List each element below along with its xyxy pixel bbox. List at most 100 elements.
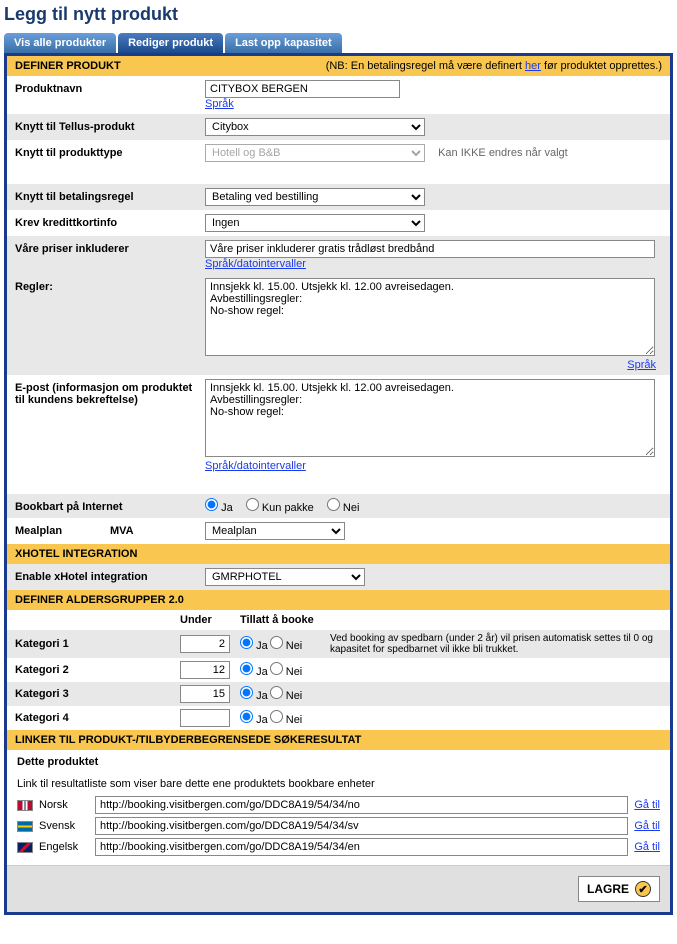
row-mealplan: Mealplan MVA Mealplan (7, 518, 670, 544)
ptype-hint: Kan IKKE endres når valgt (438, 147, 568, 159)
bookable-label: Bookbart på Internet (15, 498, 205, 513)
section-xhotel-header: XHOTEL INTEGRATION (7, 544, 670, 564)
tellus-label: Knytt til Tellus-produkt (15, 118, 205, 133)
row-bookable: Bookbart på Internet Ja Kun pakke Nei (7, 494, 670, 518)
email-label: E-post (informasjon om produktet til kun… (15, 379, 205, 406)
age4-ja[interactable]: Ja (240, 710, 268, 726)
productname-label: Produktnavn (15, 80, 205, 95)
ptype-label: Knytt til produkttype (15, 144, 205, 159)
mealplan-select[interactable]: Mealplan (205, 522, 345, 540)
link-en-go[interactable]: Gå til (634, 841, 660, 853)
link-sv-input[interactable] (95, 817, 628, 835)
age4-nei-text: Nei (286, 714, 303, 726)
age3-ja[interactable]: Ja (240, 686, 268, 702)
bookable-ja-text: Ja (221, 502, 233, 514)
tab-upload-capacity[interactable]: Last opp kapasitet (225, 33, 342, 53)
productname-input[interactable] (205, 80, 400, 98)
age-cat3-label: Kategori 3 (15, 688, 180, 700)
ptype-select: Hotell og B&B (205, 144, 425, 162)
bookable-kun-text: Kun pakke (262, 502, 314, 514)
row-prices: Våre priser inkluderer Språk/datointerva… (7, 236, 670, 274)
mva-label: MVA (110, 525, 205, 537)
age2-nei[interactable]: Nei (270, 662, 303, 678)
langdate-link-2[interactable]: Språk/datointervaller (205, 460, 306, 472)
check-icon: ✔ (635, 881, 651, 897)
section-age-title: DEFINER ALDERSGRUPPER 2.0 (15, 594, 184, 606)
age-cat1-input[interactable] (180, 635, 230, 653)
age4-nei[interactable]: Nei (270, 710, 303, 726)
prices-input[interactable] (205, 240, 655, 258)
link-en-label: Engelsk (39, 841, 89, 853)
section-age-header: DEFINER ALDERSGRUPPER 2.0 (7, 590, 670, 610)
links-sub: Dette produktet (17, 756, 660, 768)
rules-textarea[interactable] (205, 278, 655, 356)
bookable-nei[interactable]: Nei (327, 502, 360, 514)
cc-select[interactable]: Ingen (205, 214, 425, 232)
flag-sv-icon (17, 821, 33, 832)
bookable-nei-text: Nei (343, 502, 360, 514)
payrule-select[interactable]: Betaling ved bestilling (205, 188, 425, 206)
age-note: Ved booking av spedbarn (under 2 år) vil… (330, 633, 670, 655)
age1-nei[interactable]: Nei (270, 636, 303, 652)
age-row-2: Kategori 2 Ja Nei (7, 658, 670, 682)
age2-ja-text: Ja (256, 666, 268, 678)
age1-ja[interactable]: Ja (240, 636, 268, 652)
link-no-input[interactable] (95, 796, 628, 814)
define-note-link[interactable]: her (525, 60, 541, 72)
mealplan-label: Mealplan (15, 525, 110, 537)
tab-bar: Vis alle produkter Rediger produkt Last … (4, 33, 673, 53)
row-xhotel: Enable xHotel integration GMRPHOTEL (7, 564, 670, 590)
age-row-1: Kategori 1 Ja Nei Ved booking av spedbar… (7, 630, 670, 658)
links-desc: Link til resultatliste som viser bare de… (17, 778, 660, 790)
flag-no-icon (17, 800, 33, 811)
link-en-input[interactable] (95, 838, 628, 856)
tab-all-products[interactable]: Vis alle produkter (4, 33, 116, 53)
xhotel-enable-label: Enable xHotel integration (15, 568, 205, 583)
save-button[interactable]: LAGRE ✔ (578, 876, 660, 902)
link-row-en: Engelsk Gå til (17, 838, 660, 856)
lang-link[interactable]: Språk (205, 98, 234, 110)
email-textarea[interactable] (205, 379, 655, 457)
footer: LAGRE ✔ (7, 865, 670, 912)
langdate-link-1[interactable]: Språk/datointervaller (205, 258, 306, 270)
row-payrule: Knytt til betalingsregel Betaling ved be… (7, 184, 670, 210)
link-no-label: Norsk (39, 799, 89, 811)
row-tellus: Knytt til Tellus-produkt Citybox (7, 114, 670, 140)
age-row-3: Kategori 3 Ja Nei (7, 682, 670, 706)
age3-nei-text: Nei (286, 690, 303, 702)
row-email: E-post (informasjon om produktet til kun… (7, 375, 670, 476)
bookable-kun[interactable]: Kun pakke (246, 502, 314, 514)
cc-label: Krev kredittkortinfo (15, 214, 205, 229)
section-define-title: DEFINER PRODUKT (15, 60, 121, 72)
row-rules: Regler: Språk (7, 274, 670, 375)
age4-ja-text: Ja (256, 714, 268, 726)
age-cat1-label: Kategori 1 (15, 638, 180, 650)
prices-label: Våre priser inkluderer (15, 240, 205, 255)
xhotel-select[interactable]: GMRPHOTEL (205, 568, 365, 586)
link-sv-go[interactable]: Gå til (634, 820, 660, 832)
age-cat4-input[interactable] (180, 709, 230, 727)
section-define-header: DEFINER PRODUKT (NB: En betalingsregel m… (7, 56, 670, 76)
age-cat2-input[interactable] (180, 661, 230, 679)
tellus-select[interactable]: Citybox (205, 118, 425, 136)
lang-link-rules[interactable]: Språk (627, 359, 656, 371)
age1-ja-text: Ja (256, 640, 268, 652)
payrule-label: Knytt til betalingsregel (15, 188, 205, 203)
define-note-pre: (NB: En betalingsregel må være definert (326, 60, 525, 72)
tab-edit-product[interactable]: Rediger produkt (118, 33, 223, 53)
link-row-no: Norsk Gå til (17, 796, 660, 814)
age-col-headers: Under Tillatt å booke (7, 610, 670, 630)
page-title: Legg til nytt produkt (4, 4, 673, 25)
flag-en-icon (17, 842, 33, 853)
link-no-go[interactable]: Gå til (634, 799, 660, 811)
section-links-title: LINKER TIL PRODUKT-/TILBYDERBEGRENSEDE S… (15, 734, 361, 746)
age1-nei-text: Nei (286, 640, 303, 652)
age2-ja[interactable]: Ja (240, 662, 268, 678)
age-cat3-input[interactable] (180, 685, 230, 703)
age-cat2-label: Kategori 2 (15, 664, 180, 676)
row-ptype: Knytt til produkttype Hotell og B&B Kan … (7, 140, 670, 166)
age3-nei[interactable]: Nei (270, 686, 303, 702)
bookable-ja[interactable]: Ja (205, 502, 233, 514)
age-col-allow: Tillatt å booke (240, 614, 314, 626)
row-productname: Produktnavn Språk (7, 76, 670, 114)
